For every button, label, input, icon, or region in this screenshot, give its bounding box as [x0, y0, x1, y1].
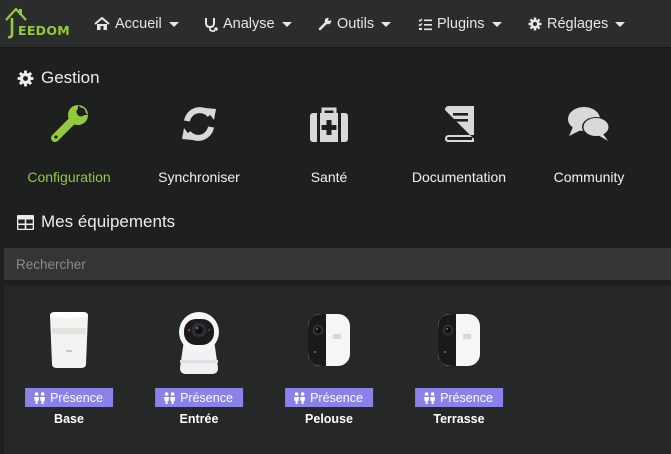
wrench-icon: [318, 17, 332, 31]
stethoscope-icon: [205, 17, 218, 32]
tasks-icon: [418, 18, 432, 30]
equipment-list: Présence Base Présence Entrée Présence P…: [4, 286, 671, 454]
logo-text: EEDOM: [18, 23, 71, 38]
equipment-card-pelouse[interactable]: Présence Pelouse: [279, 298, 379, 438]
nav-reglages-label: Réglages: [547, 16, 609, 32]
top-navbar: EEDOM Accueil Analyse Outils Plugins Rég…: [0, 0, 671, 48]
equipment-name: Terrasse: [433, 412, 485, 426]
cog-icon: [528, 17, 542, 31]
equipment-name: Entrée: [179, 412, 219, 426]
nav-reglages[interactable]: Réglages: [528, 14, 626, 34]
chevron-down-icon: [491, 22, 502, 27]
tile-sante-label: Santé: [310, 169, 348, 185]
medkit-icon: [310, 107, 348, 142]
chevron-down-icon: [381, 22, 392, 27]
tile-documentation-label: Documentation: [411, 169, 507, 185]
chevron-down-icon: [168, 22, 179, 27]
cog-icon: [17, 70, 34, 86]
tile-configuration[interactable]: Configuration: [19, 104, 119, 194]
nav-analyse-label: Analyse: [223, 16, 275, 32]
nav-analyse[interactable]: Analyse: [204, 14, 292, 34]
nav-outils[interactable]: Outils: [318, 14, 392, 34]
tile-configuration-label: Configuration: [27, 169, 111, 185]
table-icon: [17, 214, 34, 230]
chevron-down-icon: [615, 22, 626, 27]
gestion-section-title: Gestion: [17, 68, 100, 88]
presence-badge-label: Présence: [440, 390, 493, 405]
nav-accueil-label: Accueil: [115, 16, 162, 32]
equipements-title: Mes équipements: [41, 212, 176, 231]
presence-badge: Présence: [25, 388, 113, 407]
nav-plugins-label: Plugins: [437, 16, 485, 32]
nav-accueil[interactable]: Accueil: [94, 14, 179, 34]
tile-synchroniser-label: Synchroniser: [158, 169, 240, 185]
sync-icon: [182, 107, 216, 141]
equipment-card-terrasse[interactable]: Présence Terrasse: [409, 298, 509, 438]
outdoor-camera-device-icon: [438, 314, 480, 366]
equipment-name: Base: [54, 412, 84, 426]
tile-documentation[interactable]: Documentation: [404, 104, 514, 194]
users-icon: [294, 391, 306, 404]
equipements-section-title: Mes équipements: [17, 212, 175, 232]
equipment-name: Pelouse: [305, 412, 353, 426]
presence-badge: Présence: [415, 388, 503, 407]
nav-plugins[interactable]: Plugins: [418, 14, 502, 34]
chevron-down-icon: [281, 22, 292, 27]
search-input[interactable]: [4, 248, 671, 280]
equipment-card-base[interactable]: Présence Base: [19, 298, 119, 438]
presence-badge: Présence: [285, 388, 373, 407]
tile-community-label: Community: [553, 169, 625, 185]
tile-community[interactable]: Community: [539, 104, 639, 194]
home-icon: [94, 17, 110, 30]
users-icon: [424, 391, 436, 404]
book-icon: [445, 106, 474, 142]
presence-badge-label: Présence: [180, 390, 233, 405]
nav-outils-label: Outils: [337, 16, 375, 32]
wrench-icon: [51, 105, 88, 142]
indoor-camera-device-icon: [179, 312, 219, 374]
presence-badge-label: Présence: [50, 390, 103, 405]
comments-icon: [568, 107, 610, 141]
presence-badge-label: Présence: [310, 390, 363, 405]
equipment-card-entree[interactable]: Présence Entrée: [149, 298, 249, 438]
tile-synchroniser[interactable]: Synchroniser: [149, 104, 249, 194]
users-icon: [164, 391, 176, 404]
homebase-device-icon: [50, 312, 88, 368]
outdoor-camera-device-icon: [308, 314, 350, 366]
tile-sante[interactable]: Santé: [279, 104, 379, 194]
gestion-title: Gestion: [41, 68, 100, 87]
users-icon: [34, 391, 46, 404]
presence-badge: Présence: [155, 388, 243, 407]
jeedom-logo[interactable]: EEDOM: [4, 4, 76, 44]
